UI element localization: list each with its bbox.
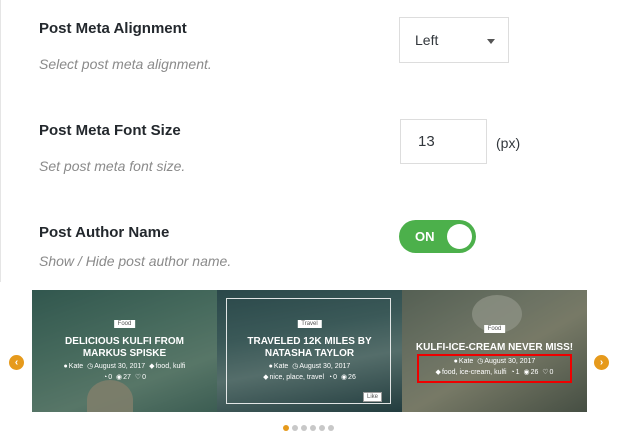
- slide-3[interactable]: Food KULFI-ICE-CREAM NEVER MISS! ●Kate ◷…: [402, 290, 587, 412]
- user-icon: ●: [268, 363, 273, 370]
- slider-pagination: [283, 425, 334, 431]
- comment-count: 0: [333, 374, 338, 381]
- pagination-dot[interactable]: [283, 425, 289, 431]
- font-size-unit: (px): [496, 135, 521, 151]
- tag-icon: ◆: [149, 363, 155, 370]
- author-name-toggle[interactable]: ON: [399, 220, 476, 253]
- post-tags[interactable]: food, kulfi: [155, 363, 185, 370]
- slide-2[interactable]: Travel TRAVELED 12K MILES BY NATASHA TAY…: [217, 290, 402, 412]
- comment-icon: ◔: [327, 374, 333, 381]
- pagination-dot[interactable]: [292, 425, 298, 431]
- slide-title[interactable]: DELICIOUS KULFI FROM MARKUS SPISKE: [32, 336, 217, 360]
- meta-font-size-input[interactable]: 13: [400, 119, 487, 164]
- chevron-right-icon[interactable]: ›: [594, 355, 609, 370]
- toggle-label: ON: [415, 229, 435, 244]
- meta-alignment-select[interactable]: Left: [399, 17, 509, 63]
- slide-meta-row-1: ●Kate ◷August 30, 2017: [217, 362, 402, 372]
- post-slider: Food DELICIOUS KULFI FROM MARKUS SPISKE …: [32, 290, 587, 412]
- post-tags[interactable]: nice, place, travel: [270, 374, 324, 381]
- chevron-left-icon[interactable]: ‹: [9, 355, 24, 370]
- comment-count: 0: [108, 374, 113, 381]
- heart-icon: ♡: [134, 374, 142, 381]
- category-badge[interactable]: Food: [483, 325, 506, 333]
- clock-icon: ◷: [87, 363, 94, 370]
- meta-alignment-description: Select post meta alignment.: [39, 56, 212, 72]
- pagination-dot[interactable]: [328, 425, 334, 431]
- eye-icon: ◉: [116, 374, 123, 381]
- slide-meta-row-2: ◆nice, place, travel ◔0 ◉26: [217, 373, 402, 383]
- slide-meta-row-1: ●Kate ◷August 30, 2017 ◆food, kulfi: [32, 362, 217, 372]
- tag-icon: ◆: [263, 374, 269, 381]
- user-icon: ●: [63, 363, 68, 370]
- view-count: 27: [123, 374, 131, 381]
- pagination-dot[interactable]: [310, 425, 316, 431]
- author[interactable]: Kate: [69, 363, 83, 370]
- slide-title[interactable]: KULFI-ICE-CREAM NEVER MISS!: [402, 342, 587, 354]
- slide-title[interactable]: TRAVELED 12K MILES BY NATASHA TAYLOR: [217, 336, 402, 360]
- meta-alignment-value: Left: [415, 32, 439, 48]
- slide-1[interactable]: Food DELICIOUS KULFI FROM MARKUS SPISKE …: [32, 290, 217, 412]
- like-button[interactable]: Like: [362, 392, 382, 402]
- eye-icon: ◉: [340, 374, 348, 381]
- author-name-description: Show / Hide post author name.: [39, 253, 232, 269]
- slide-meta-row-2: ◔0 ◉27 ♡0: [32, 373, 217, 383]
- like-count[interactable]: 0: [142, 374, 146, 381]
- meta-font-size-description: Set post meta font size.: [39, 158, 186, 174]
- category-badge[interactable]: Food: [113, 320, 136, 328]
- caret-down-icon: [487, 39, 495, 44]
- toggle-knob: [447, 224, 472, 249]
- author[interactable]: Kate: [274, 363, 288, 370]
- clock-icon: ◷: [292, 363, 299, 370]
- pagination-dot[interactable]: [301, 425, 307, 431]
- author-name-title: Post Author Name: [39, 224, 170, 241]
- pagination-dot[interactable]: [319, 425, 325, 431]
- view-count: 26: [348, 374, 356, 381]
- post-date: August 30, 2017: [299, 363, 351, 370]
- comment-icon: ◔: [102, 374, 108, 381]
- meta-alignment-title: Post Meta Alignment: [39, 20, 187, 37]
- meta-highlight-box: [417, 354, 572, 383]
- category-badge[interactable]: Travel: [297, 320, 322, 328]
- post-date: August 30, 2017: [94, 363, 146, 370]
- meta-font-size-title: Post Meta Font Size: [39, 122, 181, 139]
- settings-panel: Post Meta Alignment Select post meta ali…: [0, 0, 619, 282]
